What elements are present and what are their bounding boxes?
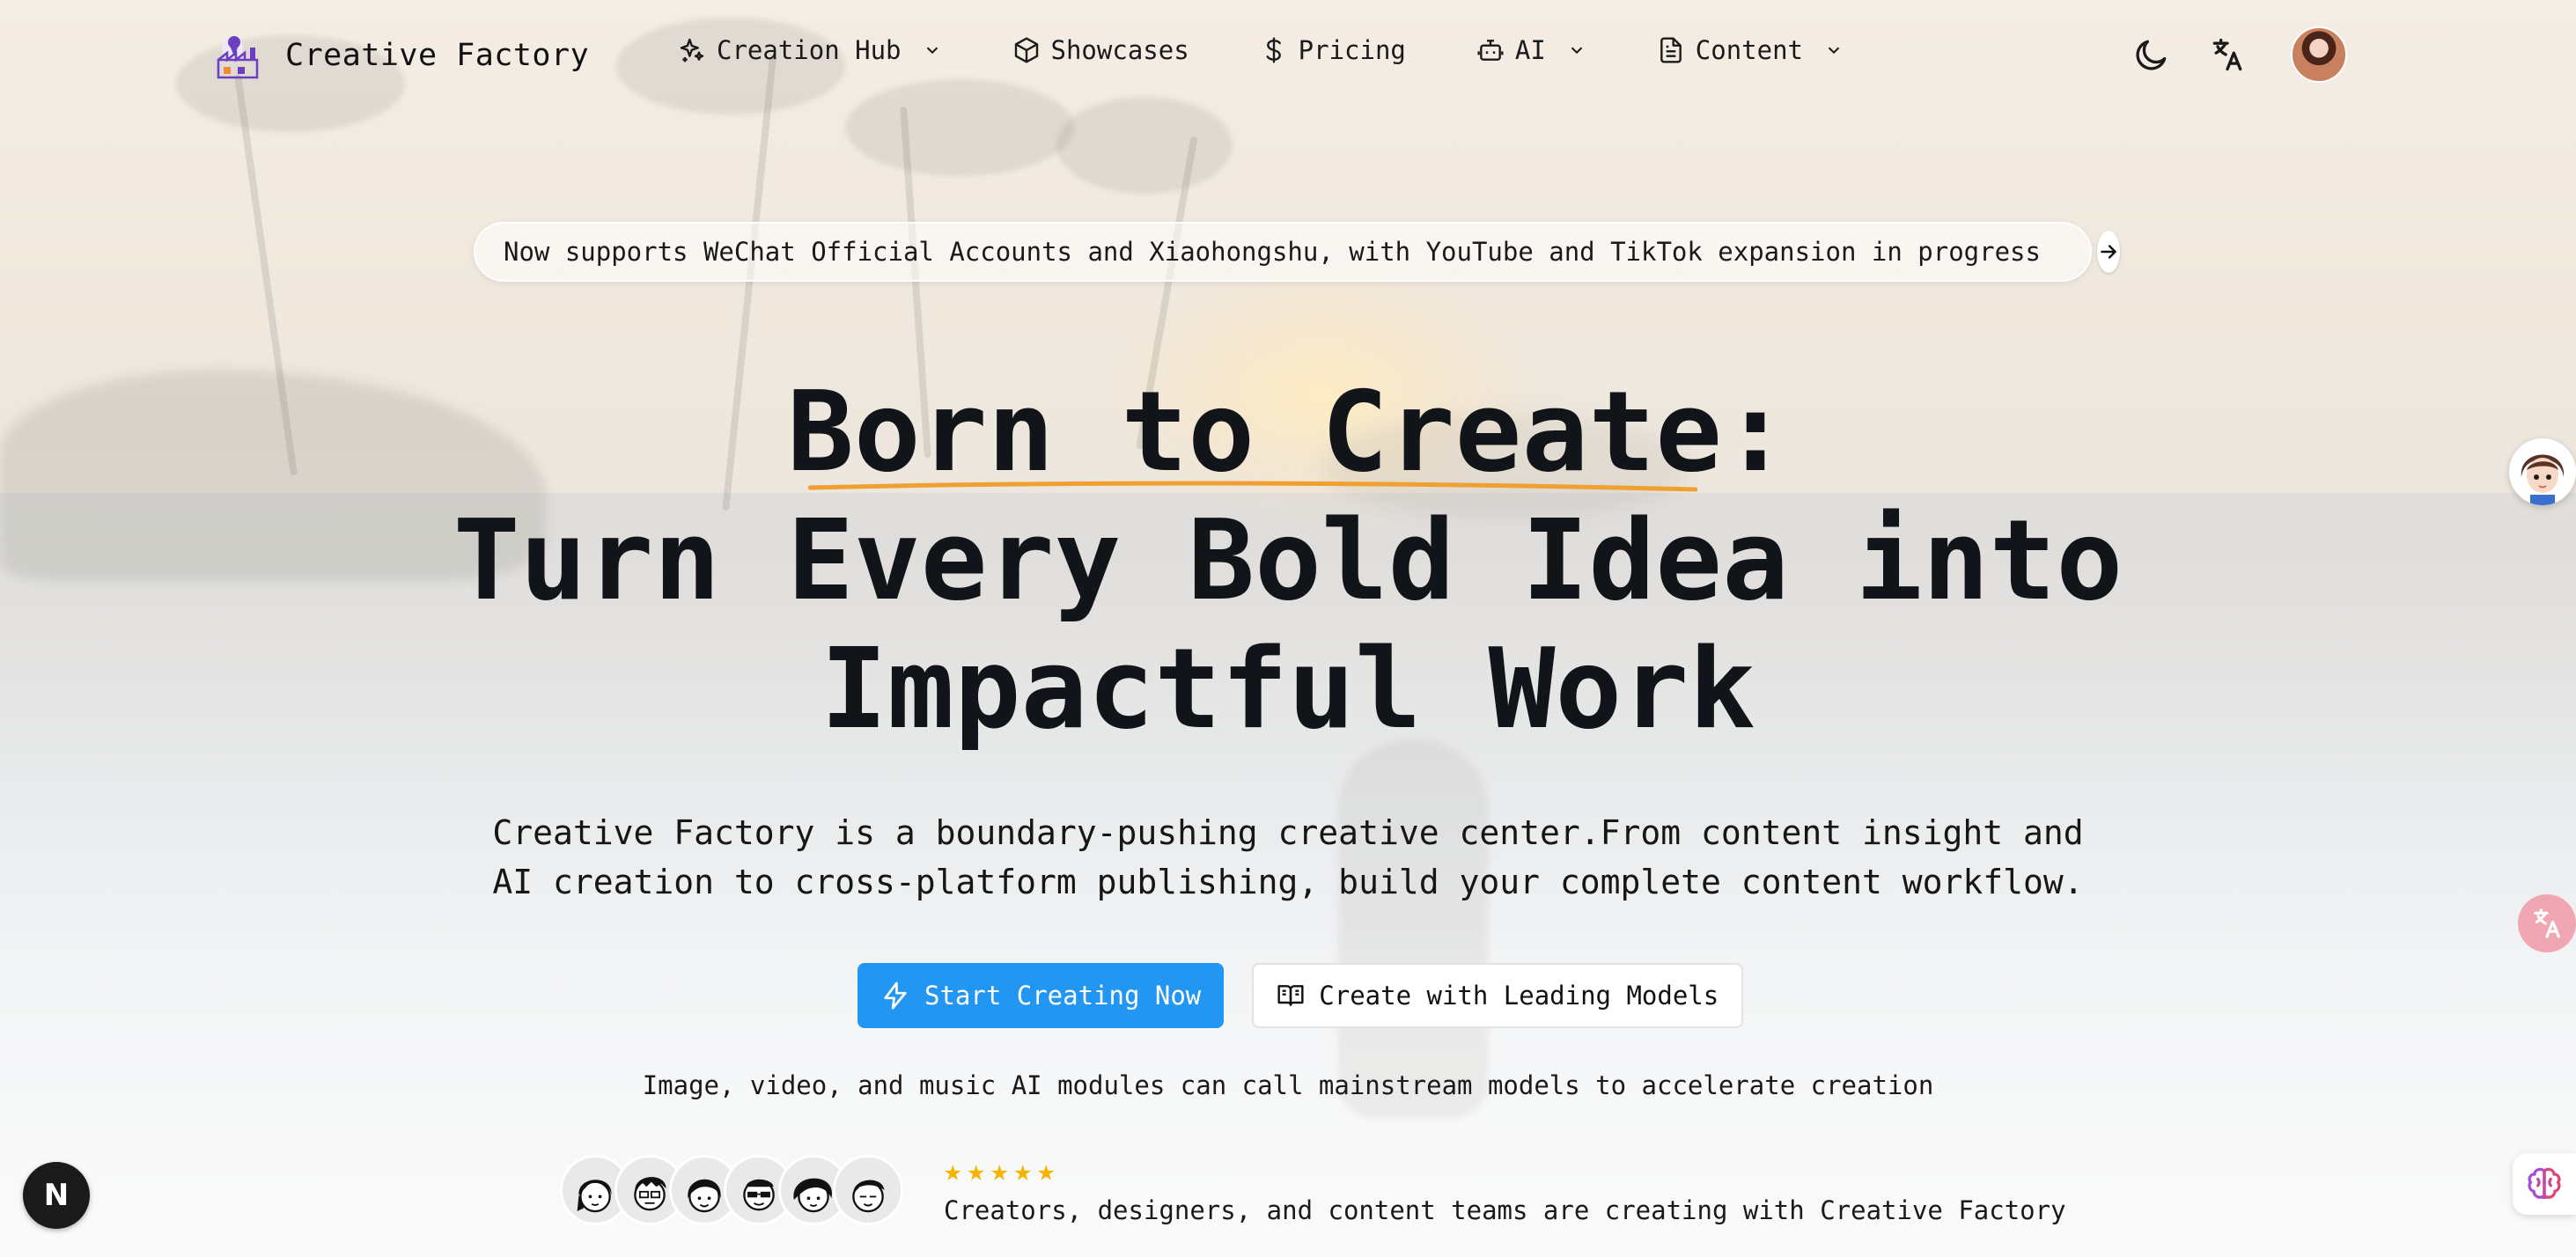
robot-icon <box>1477 40 1504 61</box>
cta-group: Start Creating Now Create with Leading M… <box>857 963 1744 1028</box>
ai-modules-note: Image, video, and music AI modules can c… <box>642 1070 1934 1100</box>
star-rating: ★ ★ ★ ★ ★ <box>944 1155 2066 1187</box>
assistant-avatar-button[interactable] <box>2509 438 2576 505</box>
chevron-down-icon <box>926 47 938 55</box>
nav-showcases-label: Showcases <box>1050 35 1189 65</box>
create-with-models-button[interactable]: Create with Leading Models <box>1252 963 1744 1028</box>
nav-creation-hub-label: Creation Hub <box>717 35 902 65</box>
hero-description: Creative Factory is a boundary-pushing c… <box>0 808 2576 907</box>
translate-float-button[interactable] <box>2518 894 2576 952</box>
cube-icon <box>1014 37 1038 63</box>
lightning-icon <box>884 981 907 1010</box>
ai-brain-button[interactable] <box>2513 1153 2576 1215</box>
assistant-avatar-icon <box>2509 438 2576 505</box>
hero-line-2: Turn Every Bold Idea into <box>453 496 2123 625</box>
nav-actions <box>2104 26 2347 83</box>
hero-description-line-2: AI creation to cross-platform publishing… <box>492 863 2084 901</box>
nav-creation-hub[interactable]: Creation Hub <box>678 35 942 65</box>
start-creating-label: Start Creating Now <box>924 981 1202 1011</box>
social-proof-caption: Creators, designers, and content teams a… <box>944 1195 2066 1225</box>
nav-pricing-label: Pricing <box>1298 35 1406 65</box>
hero-underline <box>808 481 1697 492</box>
creator-avatar <box>833 1155 903 1225</box>
hero-heading: Born to Create: Turn Every Bold Idea int… <box>0 368 2576 753</box>
brand-name: Creative Factory <box>285 38 590 73</box>
announcement-text: Now supports WeChat Official Accounts an… <box>504 237 2041 267</box>
translate-icon <box>2212 38 2242 71</box>
hero-line-3: Impactful Work <box>820 624 1756 753</box>
brain-icon <box>2528 1167 2561 1199</box>
next-dev-badge[interactable]: N <box>23 1162 90 1229</box>
announcement-banner[interactable]: Now supports WeChat Official Accounts an… <box>474 222 2120 282</box>
next-badge-letter: N <box>43 1178 70 1213</box>
create-with-models-label: Create with Leading Models <box>1319 981 1719 1011</box>
language-toggle-button[interactable] <box>2199 26 2256 83</box>
star-icon: ★ <box>1013 1153 1032 1188</box>
star-icon: ★ <box>967 1153 985 1188</box>
announcement-arrow-button[interactable] <box>2096 231 2120 273</box>
star-icon: ★ <box>990 1153 1009 1188</box>
nav-ai-label: AI <box>1514 35 1546 65</box>
sparkles-icon <box>680 38 704 62</box>
nav-pricing[interactable]: Pricing <box>1260 35 1406 65</box>
social-proof: ★ ★ ★ ★ ★ Creators, designers, and conte… <box>560 1155 2066 1225</box>
nav-content-label: Content <box>1695 35 1804 65</box>
translate-float-icon <box>2534 908 2560 938</box>
nav-showcases[interactable]: Showcases <box>1012 35 1189 65</box>
person-silhouette <box>1338 739 1488 1118</box>
rating-block: ★ ★ ★ ★ ★ Creators, designers, and conte… <box>944 1155 2066 1225</box>
main-menu: Creation Hub Showcases Pricing AI Conten… <box>678 35 1914 65</box>
user-avatar[interactable] <box>2291 26 2347 83</box>
start-creating-button[interactable]: Start Creating Now <box>857 963 1225 1028</box>
creator-avatars <box>560 1155 903 1225</box>
document-icon <box>1660 37 1682 63</box>
arrow-right-icon <box>2101 245 2116 259</box>
hero-description-line-1: Creative Factory is a boundary-pushing c… <box>492 813 2084 852</box>
theme-toggle-button[interactable] <box>2123 26 2180 83</box>
moon-icon <box>2136 40 2167 70</box>
star-icon: ★ <box>1036 1153 1056 1188</box>
nav-ai[interactable]: AI <box>1476 35 1586 65</box>
brand-logo-link[interactable]: Creative Factory <box>211 28 589 83</box>
factory-logo-icon <box>211 28 266 83</box>
nav-content[interactable]: Content <box>1657 35 1844 65</box>
chevron-down-icon <box>1571 47 1583 55</box>
chevron-down-icon <box>1828 47 1840 55</box>
star-icon: ★ <box>944 1153 962 1188</box>
dollar-icon <box>1266 37 1281 63</box>
top-navigation: Creative Factory Creation Hub Showcases … <box>0 0 2576 113</box>
book-open-icon <box>1277 985 1304 1006</box>
